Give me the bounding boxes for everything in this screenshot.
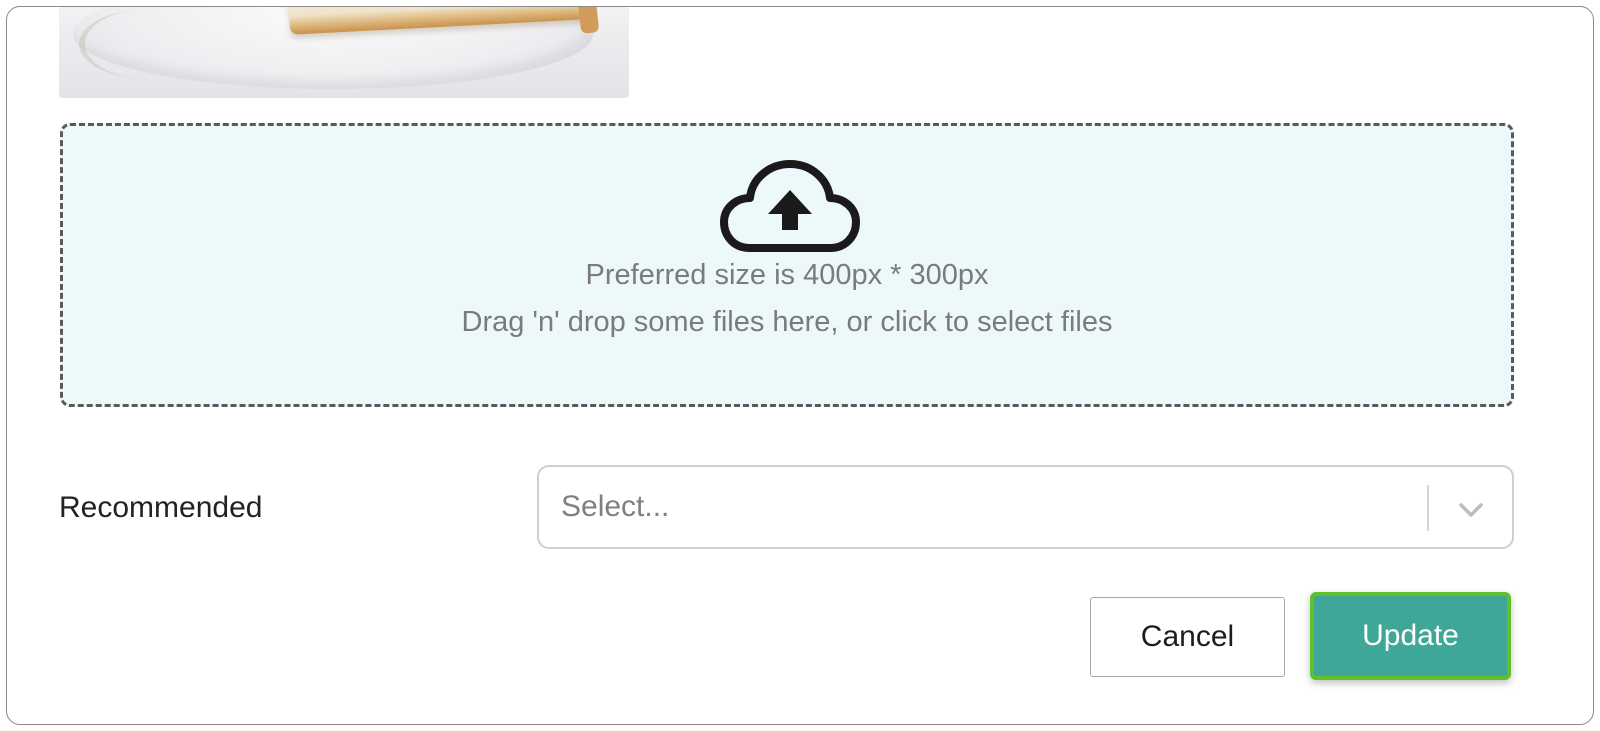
select-separator	[1427, 485, 1429, 531]
modal-panel: Preferred size is 400px * 300px Drag 'n'…	[6, 6, 1594, 725]
file-dropzone[interactable]: Preferred size is 400px * 300px Drag 'n'…	[60, 123, 1514, 407]
dropzone-size-hint: Preferred size is 400px * 300px	[585, 259, 989, 291]
dropzone-instructions: Drag 'n' drop some files here, or click …	[461, 306, 1113, 338]
image-preview	[59, 7, 629, 98]
cloud-upload-icon	[720, 160, 860, 252]
cancel-button[interactable]: Cancel	[1090, 597, 1285, 677]
update-button[interactable]: Update	[1310, 592, 1511, 680]
recommended-select[interactable]: Select...	[537, 465, 1514, 549]
chevron-down-icon[interactable]	[1455, 495, 1487, 523]
recommended-label: Recommended	[59, 491, 263, 524]
select-placeholder: Select...	[561, 490, 670, 523]
